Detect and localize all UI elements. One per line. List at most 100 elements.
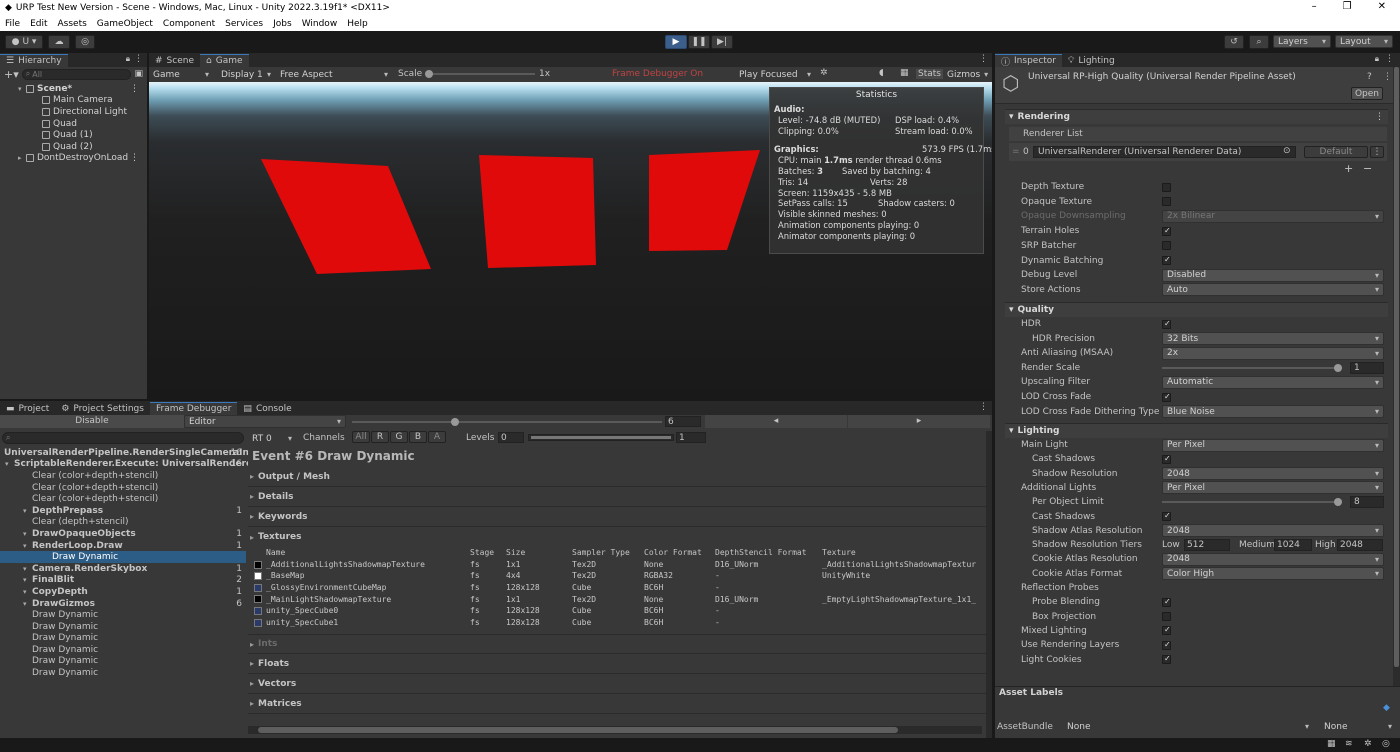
chevron-down-icon[interactable]: ▾ — [23, 565, 27, 573]
setting-dropdown[interactable]: Per Pixel — [1162, 481, 1384, 495]
setting-slider[interactable] — [1162, 498, 1342, 507]
inspector-scrollbar[interactable] — [1393, 67, 1400, 687]
prev-event-button[interactable]: ◂ — [705, 415, 847, 428]
frame-event-item[interactable]: Draw Dynamic — [0, 667, 246, 679]
quality-section-header[interactable]: ▾ Quality — [1005, 302, 1388, 317]
tab-hierarchy[interactable]: ☰ Hierarchy — [0, 54, 68, 67]
lighting-section-header[interactable]: ▾ Lighting — [1005, 423, 1388, 438]
more-options-icon[interactable]: ⋮ — [979, 54, 988, 67]
maximize-icon[interactable]: ❐ — [1343, 1, 1352, 12]
setting-checkbox[interactable] — [1162, 392, 1171, 402]
texture-row[interactable]: _MainLightShadowmapTexture fs 1x1 Tex2D None… — [248, 593, 986, 605]
rendering-section-header[interactable]: ▾ Rendering ⋮ — [1005, 109, 1388, 124]
setting-dropdown[interactable]: 2x — [1162, 346, 1384, 360]
setting-checkbox[interactable] — [1162, 197, 1171, 207]
game-mode-dropdown[interactable]: Game — [149, 68, 213, 81]
frame-event-item[interactable]: ▾ DrawGizmos 6 — [0, 598, 246, 610]
setting-dropdown[interactable]: 32 Bits — [1162, 332, 1384, 346]
frame-event-item[interactable]: Clear (depth+stencil) — [0, 517, 246, 529]
menu-component[interactable]: Component — [163, 19, 215, 29]
setting-checkbox[interactable] — [1162, 625, 1171, 636]
pause-button[interactable]: ❚❚ — [688, 35, 710, 49]
aspect-dropdown[interactable]: Free Aspect — [276, 68, 392, 81]
setting-dropdown[interactable]: 2048 — [1162, 467, 1384, 481]
fold-matrices[interactable]: Matrices — [248, 694, 986, 715]
setting-dropdown[interactable]: 2048 — [1162, 552, 1384, 566]
chevron-down-icon[interactable]: ▾ — [23, 530, 27, 538]
frame-event-item[interactable]: ▾UniversalRenderPipeline.RenderSingleCam… — [0, 447, 264, 459]
frame-event-item[interactable]: Draw Dynamic — [0, 656, 246, 668]
tier-field[interactable]: 512 — [1184, 539, 1230, 552]
channel-g-button[interactable]: G — [390, 431, 408, 443]
more-options-icon[interactable]: ⋮ — [1385, 54, 1394, 67]
hierarchy-item[interactable]: Directional Light — [0, 106, 147, 118]
hierarchy-item[interactable]: ▸ DontDestroyOnLoad ⋮ — [0, 153, 147, 165]
more-options-icon[interactable]: ⋮ — [130, 153, 139, 163]
levels-range-slider[interactable] — [528, 434, 674, 441]
play-button[interactable]: ▶ — [665, 35, 687, 49]
frame-event-item[interactable]: Draw Dynamic — [0, 644, 246, 656]
setting-checkbox[interactable] — [1162, 226, 1171, 236]
layers-dropdown[interactable]: Layers — [1273, 35, 1331, 48]
chevron-down-icon[interactable]: ▾ — [23, 576, 27, 584]
fold-output-mesh[interactable]: Output / Mesh — [248, 467, 986, 487]
frame-event-item[interactable]: ▾ Camera.RenderSkybox 1 — [0, 563, 246, 575]
chevron-down-icon[interactable]: ▾ — [18, 85, 22, 93]
notifications-icon[interactable]: ◎ — [1382, 739, 1390, 749]
frame-event-item[interactable]: ▾ CopyDepth 1 — [0, 586, 246, 598]
tab-scene[interactable]: # Scene — [149, 54, 200, 67]
audio-mute-icon[interactable]: ◖ — [879, 68, 884, 78]
level-min-field[interactable]: 0 — [498, 432, 524, 443]
chevron-down-icon[interactable]: ▾ — [23, 600, 27, 608]
texture-row[interactable]: _AdditionalLightsShadowmapTexture fs 1x1 Te… — [248, 559, 986, 571]
renderer-menu-button[interactable]: ⋮ — [1370, 146, 1384, 158]
menu-edit[interactable]: Edit — [30, 19, 47, 29]
add-renderer-icon[interactable]: + — [1344, 162, 1353, 175]
more-options-icon[interactable]: ⋮ — [134, 54, 143, 67]
help-icon[interactable]: ? — [1367, 72, 1372, 82]
chevron-down-icon[interactable]: ▾ — [5, 460, 9, 468]
setting-dropdown[interactable]: 2048 — [1162, 524, 1384, 538]
scrollbar-thumb[interactable] — [258, 727, 898, 733]
bug-icon[interactable]: ✲ — [820, 68, 828, 78]
undo-history-button[interactable]: ↺ — [1224, 35, 1244, 49]
label-tag-icon[interactable]: ◆ — [1383, 703, 1390, 713]
tier-field[interactable]: 1024 — [1274, 539, 1312, 552]
setting-checkbox[interactable] — [1162, 241, 1171, 251]
channel-all-button[interactable]: All — [352, 431, 370, 443]
tab-project-settings[interactable]: ⚙ Project Settings — [55, 402, 150, 415]
lock-icon[interactable]: 🔒︎ — [1375, 54, 1379, 67]
chevron-down-icon[interactable]: ▾ — [23, 542, 27, 550]
remove-renderer-icon[interactable]: − — [1363, 162, 1372, 175]
setting-checkbox[interactable] — [1162, 182, 1171, 192]
set-default-button[interactable]: Default — [1304, 146, 1368, 158]
frame-event-item[interactable]: Draw Dynamic — [0, 551, 246, 563]
fold-details[interactable]: Details — [248, 487, 986, 507]
lock-icon[interactable]: 🔒︎ — [126, 54, 130, 67]
add-icon[interactable]: +▾ — [4, 68, 19, 81]
details-vertical-scrollbar[interactable] — [986, 431, 992, 738]
setting-dropdown[interactable]: Blue Noise — [1162, 405, 1384, 419]
setting-checkbox[interactable] — [1162, 612, 1171, 622]
menu-window[interactable]: Window — [302, 19, 338, 29]
menu-help[interactable]: Help — [347, 19, 368, 29]
gizmos-dropdown[interactable]: Gizmos — [943, 68, 991, 81]
menu-file[interactable]: File — [5, 19, 20, 29]
channel-b-button[interactable]: B — [409, 431, 427, 443]
drag-handle-icon[interactable]: = — [1012, 147, 1020, 157]
setting-checkbox[interactable] — [1162, 255, 1171, 265]
preset-icon[interactable]: ⋮ — [1383, 72, 1392, 82]
search-button[interactable]: ⌕ — [1249, 35, 1269, 49]
scale-slider-thumb[interactable] — [425, 70, 433, 78]
tier-field[interactable]: 2048 — [1337, 539, 1383, 552]
hierarchy-item[interactable]: Quad (1) — [0, 129, 147, 141]
filter-icon[interactable]: ▣ — [134, 69, 143, 79]
tab-lighting[interactable]: 💡︎ Lighting — [1062, 54, 1121, 67]
stats-toggle[interactable]: Stats — [916, 69, 943, 79]
chevron-down-icon[interactable]: ▾ — [23, 588, 27, 596]
setting-dropdown[interactable]: 2x Bilinear — [1162, 209, 1384, 223]
play-focused-dropdown[interactable]: Play Focused — [735, 68, 815, 81]
chevron-down-icon[interactable]: ▾ — [23, 507, 27, 515]
details-horizontal-scrollbar[interactable] — [248, 726, 982, 734]
next-event-button[interactable]: ▸ — [848, 415, 990, 428]
